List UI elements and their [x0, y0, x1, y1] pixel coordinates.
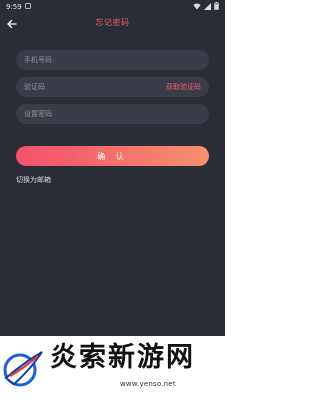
battery-icon [214, 2, 219, 12]
wifi-icon [193, 3, 201, 12]
watermark-banner: 炎索新游网 www.yenso.net [0, 336, 225, 400]
status-time: 9:59 [6, 3, 22, 11]
confirm-button[interactable]: 确 认 [16, 146, 209, 166]
verification-code-field: 获取验证码 [16, 77, 209, 97]
notification-icon [24, 3, 31, 11]
verification-code-input[interactable] [24, 83, 162, 91]
signal-icon [204, 2, 211, 12]
watermark-url: www.yenso.net [120, 380, 176, 388]
status-bar: 9:59 [0, 0, 225, 14]
watermark-site-name: 炎索新游网 [50, 342, 195, 373]
site-logo [2, 344, 48, 390]
forgot-password-screen: 9:59 忘记密码 获取验证码 [0, 0, 225, 336]
phone-input[interactable] [24, 56, 201, 64]
app-bar: 忘记密码 [0, 14, 225, 34]
get-code-button[interactable]: 获取验证码 [166, 82, 201, 92]
switch-to-email-link[interactable]: 切换为邮箱 [16, 175, 51, 185]
page-title: 忘记密码 [95, 18, 130, 27]
phone-field [16, 50, 209, 70]
new-password-field [16, 104, 209, 124]
new-password-input[interactable] [24, 110, 201, 118]
